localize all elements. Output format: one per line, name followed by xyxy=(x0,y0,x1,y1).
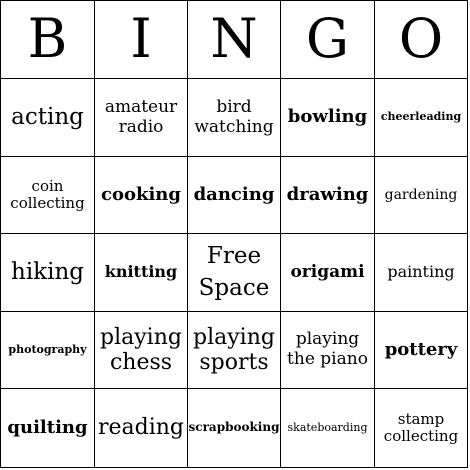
bingo-cell: dancing xyxy=(188,157,281,234)
bingo-cell: quilting xyxy=(1,389,95,467)
bingo-cell: pottery xyxy=(375,312,467,389)
bingo-cell: knitting xyxy=(95,234,188,312)
bingo-cell: skateboarding xyxy=(281,389,375,467)
bingo-cell: drawing xyxy=(281,157,375,234)
bingo-cell: cheerleading xyxy=(375,79,467,157)
bingo-cell: playing the piano xyxy=(281,312,375,389)
bingo-cell: gardening xyxy=(375,157,467,234)
header-letter-i: I xyxy=(95,1,188,79)
bingo-cell: origami xyxy=(281,234,375,312)
free-space-cell: Free Space xyxy=(188,234,281,312)
bingo-cell: playing sports xyxy=(188,312,281,389)
header-letter-n: N xyxy=(188,1,281,79)
bingo-cell: coin collecting xyxy=(1,157,95,234)
bingo-card: B I N G O acting amateur radio bird watc… xyxy=(0,0,468,468)
bingo-cell: bowling xyxy=(281,79,375,157)
header-letter-o: O xyxy=(375,1,467,79)
bingo-cell: photography xyxy=(1,312,95,389)
bingo-cell: scrapbooking xyxy=(188,389,281,467)
bingo-cell: reading xyxy=(95,389,188,467)
bingo-cell: playing chess xyxy=(95,312,188,389)
bingo-cell: cooking xyxy=(95,157,188,234)
bingo-cell: hiking xyxy=(1,234,95,312)
bingo-cell: acting xyxy=(1,79,95,157)
bingo-cell: bird watching xyxy=(188,79,281,157)
bingo-cell: painting xyxy=(375,234,467,312)
bingo-cell: stamp collecting xyxy=(383,409,459,445)
header-letter-g: G xyxy=(281,1,375,79)
bingo-cell: amateur radio xyxy=(95,79,188,157)
header-letter-b: B xyxy=(1,1,95,79)
